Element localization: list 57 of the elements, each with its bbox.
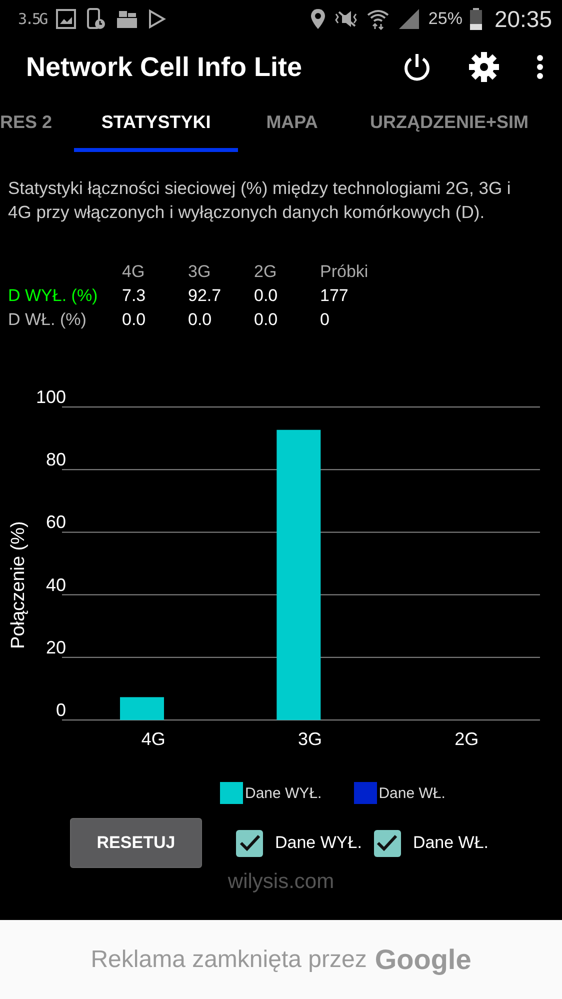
table-cell-text: 7.3: [122, 286, 147, 306]
clock-time: 20:35: [494, 6, 552, 32]
column-header: Próbki: [320, 262, 370, 282]
legend-label: Dane WYŁ.: [245, 784, 322, 802]
axis-tick-label: 20: [46, 637, 66, 658]
table-cell-text: 0.0: [122, 310, 147, 330]
axis-tick-label: 3G: [298, 729, 322, 749]
signal-icon: [398, 8, 420, 30]
table-cell-text: 0.0: [254, 286, 279, 306]
checkmark-icon: [376, 834, 398, 852]
table-cell-text: 0: [320, 310, 330, 330]
wifi-icon: [366, 8, 390, 30]
legend-label: Dane WŁ.: [378, 784, 446, 802]
play-store-icon: [148, 9, 166, 29]
settings-icon[interactable]: [468, 51, 500, 83]
tab[interactable]: STATYSTYKI: [74, 96, 238, 152]
table-cell-text: 0.0: [254, 310, 279, 330]
axis-tick-label: 100: [36, 390, 66, 407]
power-icon[interactable]: [402, 52, 432, 82]
axis-tick-label: 40: [46, 574, 66, 595]
axis-tick-label: 2G: [454, 729, 479, 749]
checkbox-label: Dane WŁ.: [412, 833, 489, 853]
axis-tick-label: 60: [46, 512, 66, 532]
phone-clock-icon: [86, 8, 106, 30]
tab[interactable]: URZĄDZENIE+SIM: [346, 96, 553, 152]
column-header: 4G: [122, 262, 146, 282]
table-cell-text: 92.7: [188, 286, 222, 306]
checkbox-label: Dane WYŁ.: [275, 833, 362, 853]
battery-percent: 25%: [428, 9, 462, 29]
brand-logo: Google: [374, 944, 472, 976]
column-header: 3G: [188, 262, 212, 282]
battery-icon: [470, 8, 482, 30]
app-title: Network Cell Info Lite: [26, 52, 302, 82]
checkmark-icon: [238, 834, 260, 852]
tab[interactable]: MAPA: [238, 96, 346, 152]
image-icon: [56, 9, 76, 29]
axis-tick-label: 0: [56, 700, 66, 720]
location-pin-icon: [310, 8, 326, 30]
checkbox[interactable]: [236, 830, 263, 856]
bar: [120, 697, 164, 720]
ad-closed-text: Reklama zamknięta przez: [90, 946, 367, 974]
tab[interactable]: RES 2: [0, 96, 74, 152]
row-label: D WYŁ. (%): [8, 286, 99, 306]
column-header: 2G: [254, 262, 278, 282]
boxes-icon: [116, 9, 138, 29]
table-cell-text: 0.0: [188, 310, 213, 330]
row-label: D WŁ. (%): [8, 310, 88, 330]
axis-title: Połączenie (%): [8, 521, 29, 649]
table-cell-text: 177: [320, 286, 350, 306]
axis-tick-label: 4G: [141, 729, 166, 749]
description-text: Statystyki łączności sieciowej (%) między technologiami 2G, 3G i 4G przy włączonych i wyłączonych danych komórkowych (D).: [8, 177, 512, 224]
mute-vibrate-icon: [334, 9, 358, 29]
axis-tick-label: 80: [46, 450, 66, 470]
reset-button[interactable]: RESETUJ: [70, 818, 202, 868]
more-menu-icon[interactable]: [536, 54, 544, 80]
checkbox[interactable]: [374, 830, 401, 856]
network-type-label: 3.5G: [18, 10, 46, 28]
